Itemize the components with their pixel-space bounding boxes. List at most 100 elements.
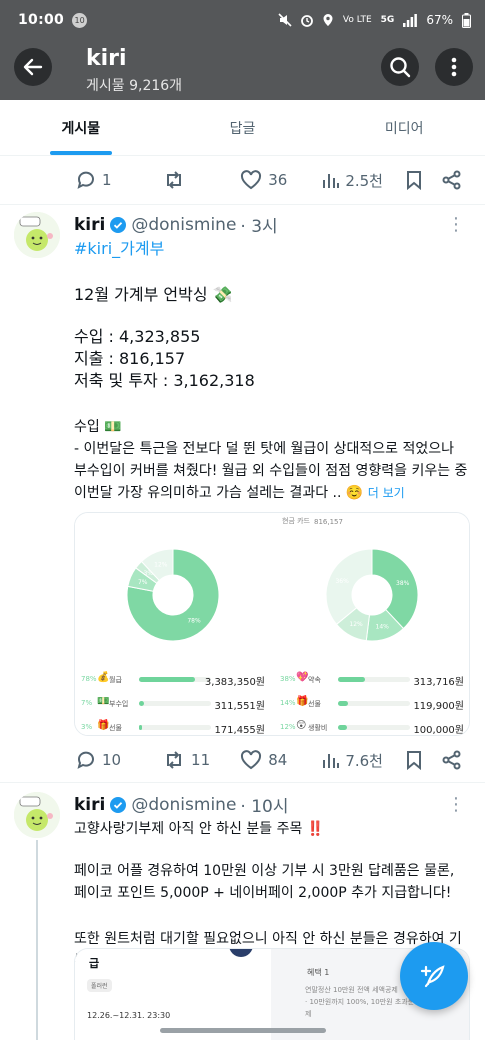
avatar[interactable] bbox=[14, 212, 60, 258]
expense-legend-emoji-icon: 💖 bbox=[296, 672, 309, 683]
search-button[interactable] bbox=[381, 48, 419, 86]
repost-count: 11 bbox=[191, 751, 211, 769]
status-time: 10:00 bbox=[18, 12, 65, 28]
like-button[interactable]: 36 bbox=[240, 170, 321, 190]
author-handle[interactable]: @donismine bbox=[131, 215, 236, 235]
income-legend-emoji-icon: 💵 bbox=[97, 696, 110, 707]
signal-icon bbox=[403, 13, 418, 27]
views-icon bbox=[323, 174, 340, 188]
expense-legend-row: 12% 😲 생활비 100,000원 bbox=[274, 717, 469, 735]
post-line-body: 페이코 어플 경유하여 10만원 이상 기부 시 3만원 답례품은 물론, 페이… bbox=[74, 863, 455, 901]
share-button[interactable] bbox=[442, 750, 462, 770]
views-button[interactable]: 2.5천 bbox=[321, 170, 406, 191]
post-more-button[interactable]: ⋮ bbox=[447, 794, 465, 815]
like-count: 84 bbox=[268, 751, 288, 769]
show-more-link[interactable]: 더 보기 bbox=[368, 486, 405, 500]
expense-slice-label: 36% bbox=[335, 578, 349, 585]
thread-line bbox=[36, 840, 38, 1040]
network-label: 5G bbox=[380, 15, 395, 25]
income-legend-row: 78% 💰 월급 3,383,350원 bbox=[75, 669, 271, 689]
tab-media[interactable]: 미디어 bbox=[323, 100, 485, 155]
media-image-income-chart[interactable]: 78% 7% 3% 12% 78% 💰 월급 3,383,350원 7% 💵 부수입 311,551… bbox=[75, 513, 271, 735]
hashtag-link[interactable]: #kiri_가계부 bbox=[74, 238, 470, 260]
alarm-icon bbox=[300, 15, 313, 27]
tab-posts[interactable]: 게시물 bbox=[0, 100, 162, 155]
verified-badge-icon bbox=[110, 796, 127, 813]
income-legend-bar bbox=[139, 677, 196, 682]
more-options-button[interactable] bbox=[435, 48, 473, 86]
search-icon bbox=[390, 57, 411, 78]
post-line-heading: 고향사랑기부제 아직 안 하신 분들 주목 ‼️ bbox=[74, 821, 325, 837]
avatar-character-icon bbox=[14, 212, 60, 258]
expense-header-label: 현금 카드 bbox=[282, 517, 310, 525]
post-more-button[interactable]: ⋮ bbox=[447, 214, 465, 235]
reply-button[interactable]: 1 bbox=[76, 170, 163, 190]
repost-button[interactable] bbox=[163, 170, 240, 190]
income-slice-label: 12% bbox=[154, 561, 168, 568]
bookmark-button[interactable] bbox=[406, 170, 442, 190]
income-legend-emoji-icon: 🎁 bbox=[97, 720, 110, 731]
avatar[interactable] bbox=[14, 792, 60, 838]
banner-left: 급 폴러런 12.26.~12.31. 23:30 bbox=[75, 949, 269, 1040]
expense-legend-emoji-icon: 😲 bbox=[296, 720, 307, 731]
income-legend-percent: 3% bbox=[81, 723, 93, 731]
income-legend-percent: 78% bbox=[81, 675, 97, 683]
expense-legend-label: 약속 bbox=[308, 676, 321, 684]
expense-slice-label: 38% bbox=[396, 580, 410, 587]
post-time: · 10시 bbox=[240, 797, 289, 817]
income-slice-label: 7% bbox=[138, 579, 148, 586]
like-button[interactable]: 84 bbox=[240, 750, 321, 770]
notification-count-badge: 10 bbox=[72, 12, 88, 28]
banner-left-circle bbox=[229, 949, 253, 957]
tab-replies[interactable]: 답글 bbox=[162, 100, 324, 155]
income-legend-track bbox=[139, 725, 211, 730]
post-divider bbox=[0, 782, 485, 783]
share-button[interactable] bbox=[442, 170, 462, 190]
income-legend-amount: 3,383,350원 bbox=[204, 677, 265, 688]
expense-legend-amount: 119,900원 bbox=[413, 701, 464, 712]
author-name[interactable]: kiri bbox=[74, 215, 105, 235]
back-button[interactable] bbox=[14, 48, 52, 86]
expense-legend-amount: 313,716원 bbox=[413, 677, 464, 688]
media-image-expense-chart[interactable]: 현금 카드 816,157 38% 14% 12% 36% 38% 💖 약속 313,716… bbox=[274, 513, 469, 735]
reply-button[interactable]: 10 bbox=[76, 750, 163, 770]
feather-plus-icon bbox=[420, 965, 445, 988]
status-icons: Vo LTE 5G 67% bbox=[278, 12, 471, 28]
expense-legend-bar bbox=[338, 725, 347, 730]
battery-label: 67% bbox=[426, 13, 453, 27]
expense-legend-percent: 38% bbox=[280, 675, 296, 683]
carrier-label: Vo LTE bbox=[342, 15, 372, 25]
income-legend-percent: 7% bbox=[81, 699, 93, 707]
post-actions: 10 11 84 7.6천 bbox=[76, 745, 462, 775]
expense-legend-label: 생활비 bbox=[308, 724, 328, 732]
author-handle[interactable]: @donismine bbox=[131, 795, 236, 815]
banner-left-title: 급 bbox=[89, 957, 100, 970]
profile-title: kiri bbox=[86, 46, 127, 71]
post-line-title: 12월 가계부 언박싱 💸 bbox=[74, 285, 233, 304]
like-count: 36 bbox=[268, 171, 288, 189]
income-pie-chart: 78%7%3%12% bbox=[126, 548, 220, 642]
expense-header: 현금 카드 bbox=[282, 517, 312, 526]
views-count: 2.5천 bbox=[345, 171, 383, 190]
bookmark-icon bbox=[407, 751, 422, 770]
post-media-grid[interactable]: 78% 7% 3% 12% 78% 💰 월급 3,383,350원 7% 💵 부수입 311,551… bbox=[74, 512, 470, 736]
author-name[interactable]: kiri bbox=[74, 795, 105, 815]
banner-left-date: 12.26.~12.31. 23:30 bbox=[87, 1011, 171, 1020]
expense-slice-label: 12% bbox=[349, 621, 363, 628]
views-icon bbox=[323, 754, 340, 768]
post-line-income-head: 수입 💵 bbox=[74, 419, 122, 435]
gesture-nav-bar[interactable] bbox=[160, 1028, 326, 1033]
compose-post-button[interactable] bbox=[400, 942, 468, 1010]
income-legend-label: 월급 bbox=[109, 676, 122, 684]
views-button[interactable]: 7.6천 bbox=[321, 750, 406, 771]
heart-icon bbox=[241, 750, 262, 770]
expense-slice-기타 bbox=[325, 548, 373, 626]
expense-legend-track bbox=[338, 725, 410, 730]
more-vertical-icon bbox=[451, 57, 457, 77]
bookmark-button[interactable] bbox=[406, 750, 442, 770]
income-legend-bar bbox=[139, 701, 145, 706]
repost-button[interactable]: 11 bbox=[163, 750, 240, 770]
post-header: kiri @donismine · 3시 bbox=[74, 212, 278, 238]
share-icon bbox=[442, 750, 461, 770]
expense-pie-chart: 38% 14% 12% 36% bbox=[325, 548, 419, 642]
